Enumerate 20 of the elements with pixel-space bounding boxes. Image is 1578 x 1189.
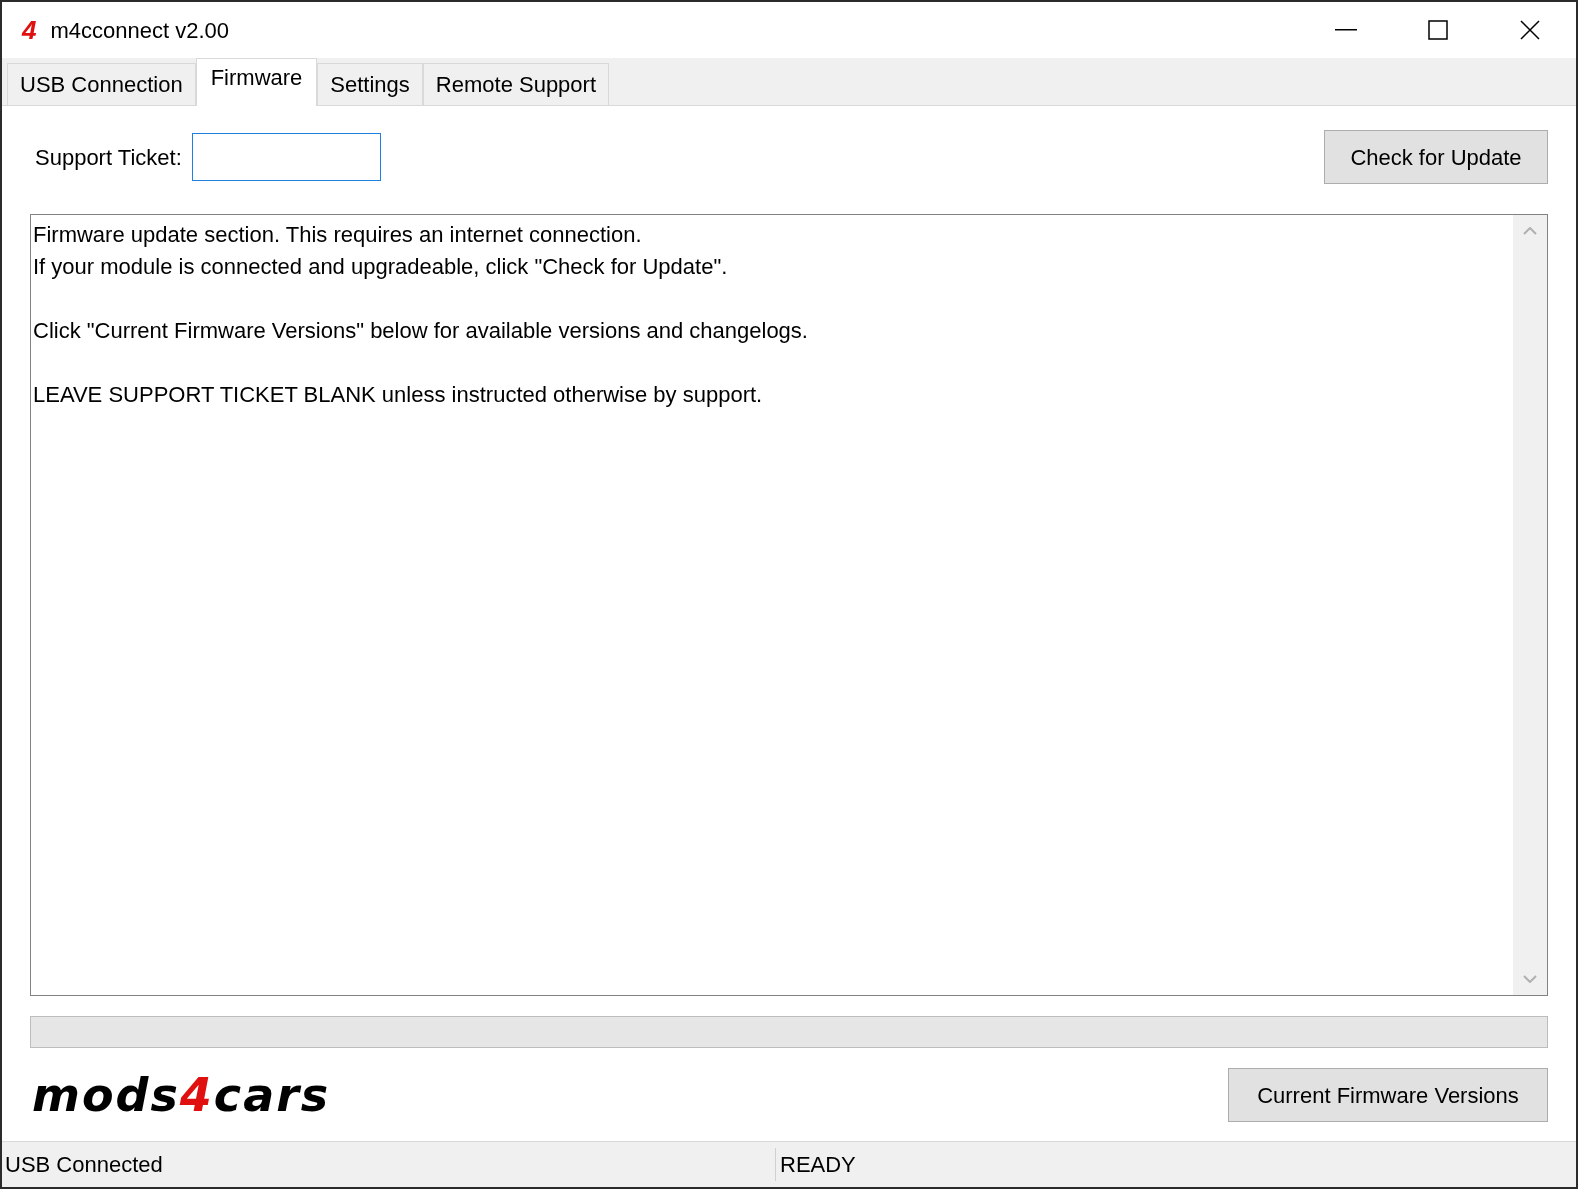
status-text: USB Connected [2,1148,776,1181]
output-line: LEAVE SUPPORT TICKET BLANK unless instructed otherwise by support. [33,381,764,409]
output-line: Click "Current Firmware Versions" below for available versions and changelogs. [33,317,809,345]
firmware-versions-button[interactable]: Current Firmware Versions [1228,1068,1548,1122]
check-update-button[interactable]: Check for Update [1324,130,1548,184]
status-text: READY [779,1151,856,1179]
tab[interactable]: Firmware [195,58,318,106]
output-line: Firmware update section. This requires an internet connection. [33,221,643,249]
app-icon: 4 [22,17,37,43]
minimize-icon[interactable] [1335,29,1357,31]
field-label: Support Ticket: [35,143,182,172]
window-title: m4cconnect v2.00 [50,16,229,45]
output-line: If your module is connected and upgradeable, click "Check for Update". [33,253,729,281]
tab[interactable]: Remote Support [422,63,610,105]
maximize-icon[interactable] [1428,20,1448,40]
brand-logo: mods4cars [32,1072,331,1118]
tab[interactable]: Settings [317,63,423,105]
close-icon[interactable] [1520,20,1540,40]
tab[interactable]: USB Connection [7,63,196,105]
support-ticket-field[interactable] [191,133,381,181]
